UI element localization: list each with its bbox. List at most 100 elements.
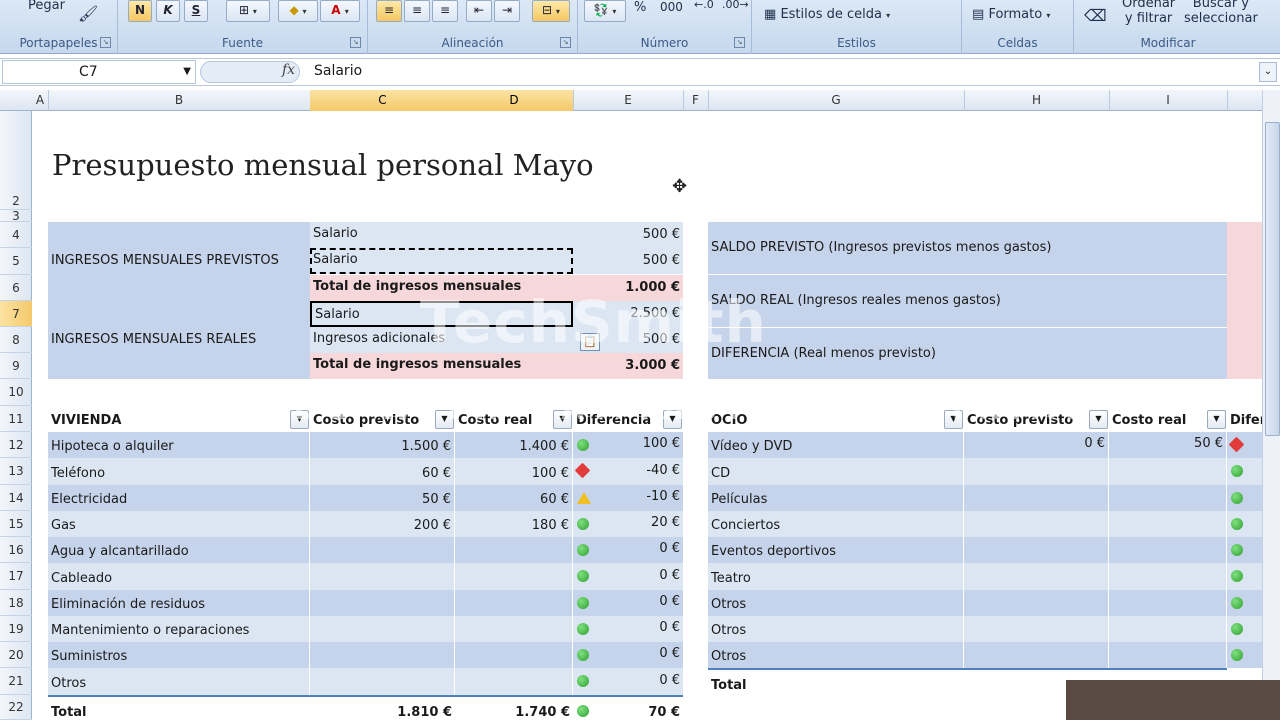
paste-button[interactable]: Pegar — [28, 0, 65, 13]
column-header-g[interactable]: G — [708, 90, 965, 111]
column-header-h[interactable]: H — [964, 90, 1110, 111]
borders-icon[interactable]: ⊞ ▾ — [226, 0, 270, 22]
row-header-12[interactable]: 12 — [0, 432, 32, 458]
income-planned-row-label[interactable]: Salario — [310, 222, 573, 248]
housing-row-item[interactable]: Gas — [48, 511, 310, 537]
leisure-row-planned[interactable] — [964, 511, 1109, 537]
column-header-f[interactable]: F — [683, 90, 709, 111]
expand-formula-bar-icon[interactable]: ⌄ — [1259, 62, 1277, 82]
align-right-icon[interactable]: ≡ — [432, 0, 458, 22]
income-real-row-label[interactable]: Total de ingresos mensuales — [310, 353, 573, 379]
currency-icon[interactable]: 💱 ▾ — [584, 0, 626, 22]
housing-row-item[interactable]: Suministros — [48, 642, 310, 668]
column-header-i[interactable]: I — [1109, 90, 1228, 111]
increase-indent-icon[interactable]: ⇥ — [494, 0, 520, 22]
housing-row-planned[interactable]: 1.500 € — [310, 432, 455, 458]
housing-row-real[interactable]: 100 € — [455, 458, 573, 485]
housing-row-planned[interactable] — [310, 668, 455, 695]
housing-row-item[interactable]: Mantenimiento o reparaciones — [48, 616, 310, 642]
leisure-row-real[interactable] — [1109, 511, 1227, 537]
name-box[interactable]: C7 ▼ — [2, 60, 196, 84]
column-header-e[interactable]: E — [573, 90, 684, 111]
income-planned-label[interactable]: INGRESOS MENSUALES PREVISTOS — [48, 222, 310, 300]
housing-row-planned[interactable] — [310, 616, 455, 642]
housing-row-item[interactable]: Hipoteca o alquiler — [48, 432, 310, 458]
row-header-22[interactable]: 22 — [0, 695, 32, 720]
housing-row-real[interactable] — [455, 590, 573, 616]
sort-filter-button[interactable]: Ordenar y filtrar — [1122, 0, 1175, 26]
leisure-row-item[interactable]: Vídeo y DVD — [708, 432, 964, 458]
leisure-row-real[interactable] — [1109, 616, 1227, 642]
leisure-total-label[interactable]: Total — [708, 668, 964, 695]
dialog-launcher-icon[interactable]: ↘ — [350, 37, 361, 48]
row-header-18[interactable]: 18 — [0, 590, 32, 616]
merge-center-icon[interactable]: ⊟ ▾ — [532, 0, 570, 22]
housing-row-planned[interactable] — [310, 537, 455, 563]
housing-row-real[interactable] — [455, 563, 573, 590]
row-header-16[interactable]: 16 — [0, 537, 32, 563]
font-color-icon[interactable]: A ▾ — [320, 0, 360, 22]
row-header-21[interactable]: 21 — [0, 668, 32, 695]
leisure-row-real[interactable]: 50 € — [1109, 432, 1227, 458]
column-header-d[interactable]: D — [455, 90, 574, 111]
housing-row-diff[interactable]: 0 € — [573, 537, 683, 563]
leisure-header-3[interactable]: Difer — [1227, 408, 1262, 432]
fill-color-icon[interactable]: ◆ ▾ — [278, 0, 318, 22]
row-header-8[interactable]: 8 — [0, 327, 32, 353]
clear-icon[interactable]: ⌫ — [1084, 6, 1107, 25]
column-header-j[interactable] — [1227, 90, 1262, 111]
housing-total-planned[interactable]: 1.810 € — [310, 695, 455, 720]
balance-difference-label[interactable]: DIFERENCIA (Real menos previsto) — [708, 328, 1227, 379]
leisure-row-planned[interactable] — [964, 563, 1109, 590]
thousands-button[interactable]: 000 — [660, 0, 683, 14]
row-header-6[interactable]: 6 — [0, 275, 32, 301]
bold-button[interactable]: N — [128, 0, 152, 22]
align-left-icon[interactable]: ≡ — [376, 0, 402, 22]
housing-row-planned[interactable] — [310, 563, 455, 590]
balance-planned-label[interactable]: SALDO PREVISTO (Ingresos previstos menos… — [708, 222, 1227, 274]
leisure-row-planned[interactable] — [964, 485, 1109, 511]
housing-total-real[interactable]: 1.740 € — [455, 695, 573, 720]
leisure-row-item[interactable]: Películas — [708, 485, 964, 511]
leisure-row-item[interactable]: Otros — [708, 590, 964, 616]
row-header-15[interactable]: 15 — [0, 511, 32, 537]
housing-row-real[interactable] — [455, 642, 573, 668]
housing-row-item[interactable]: Cableado — [48, 563, 310, 590]
row-header-13[interactable]: 13 — [0, 458, 32, 485]
leisure-row-planned[interactable] — [964, 458, 1109, 485]
find-select-button[interactable]: Buscar y seleccionar — [1184, 0, 1258, 26]
leisure-header-2[interactable]: Costo real ▼ — [1109, 408, 1227, 432]
housing-row-diff[interactable]: 0 € — [573, 563, 683, 590]
housing-row-diff[interactable]: 0 € — [573, 590, 683, 616]
dialog-launcher-icon[interactable]: ↘ — [100, 37, 111, 48]
leisure-row-item[interactable]: Teatro — [708, 563, 964, 590]
housing-row-diff[interactable]: 0 € — [573, 642, 683, 668]
leisure-row-real[interactable] — [1109, 563, 1227, 590]
row-header-3[interactable]: 3 — [0, 210, 32, 222]
format-painter-icon[interactable]: 🖌 — [78, 4, 98, 23]
housing-row-planned[interactable]: 50 € — [310, 485, 455, 511]
housing-total-diff[interactable]: 70 € — [573, 695, 683, 720]
leisure-row-item[interactable]: Conciertos — [708, 511, 964, 537]
dialog-launcher-icon[interactable]: ↘ — [560, 37, 571, 48]
format-button[interactable]: ▤ Formato ▾ — [972, 7, 1050, 22]
leisure-row-item[interactable]: Otros — [708, 616, 964, 642]
housing-row-diff[interactable]: -40 € — [573, 458, 683, 485]
leisure-row-item[interactable]: Eventos deportivos — [708, 537, 964, 563]
formula-input[interactable]: Salario — [314, 63, 362, 79]
italic-button[interactable]: K — [156, 0, 180, 22]
leisure-row-planned[interactable]: 0 € — [964, 432, 1109, 458]
column-header-c[interactable]: C — [310, 90, 456, 111]
housing-row-planned[interactable]: 200 € — [310, 511, 455, 537]
housing-row-diff[interactable]: 0 € — [573, 616, 683, 642]
align-center-icon[interactable]: ≡ — [404, 0, 430, 22]
housing-row-planned[interactable]: 60 € — [310, 458, 455, 485]
leisure-row-item[interactable]: Otros — [708, 642, 964, 668]
percent-button[interactable]: % — [634, 0, 646, 15]
housing-row-real[interactable]: 60 € — [455, 485, 573, 511]
balance-real-label[interactable]: SALDO REAL (Ingresos reales menos gastos… — [708, 275, 1227, 327]
housing-row-real[interactable] — [455, 537, 573, 563]
housing-row-real[interactable] — [455, 668, 573, 695]
housing-row-diff[interactable]: 100 € — [573, 432, 683, 458]
leisure-row-planned[interactable] — [964, 616, 1109, 642]
